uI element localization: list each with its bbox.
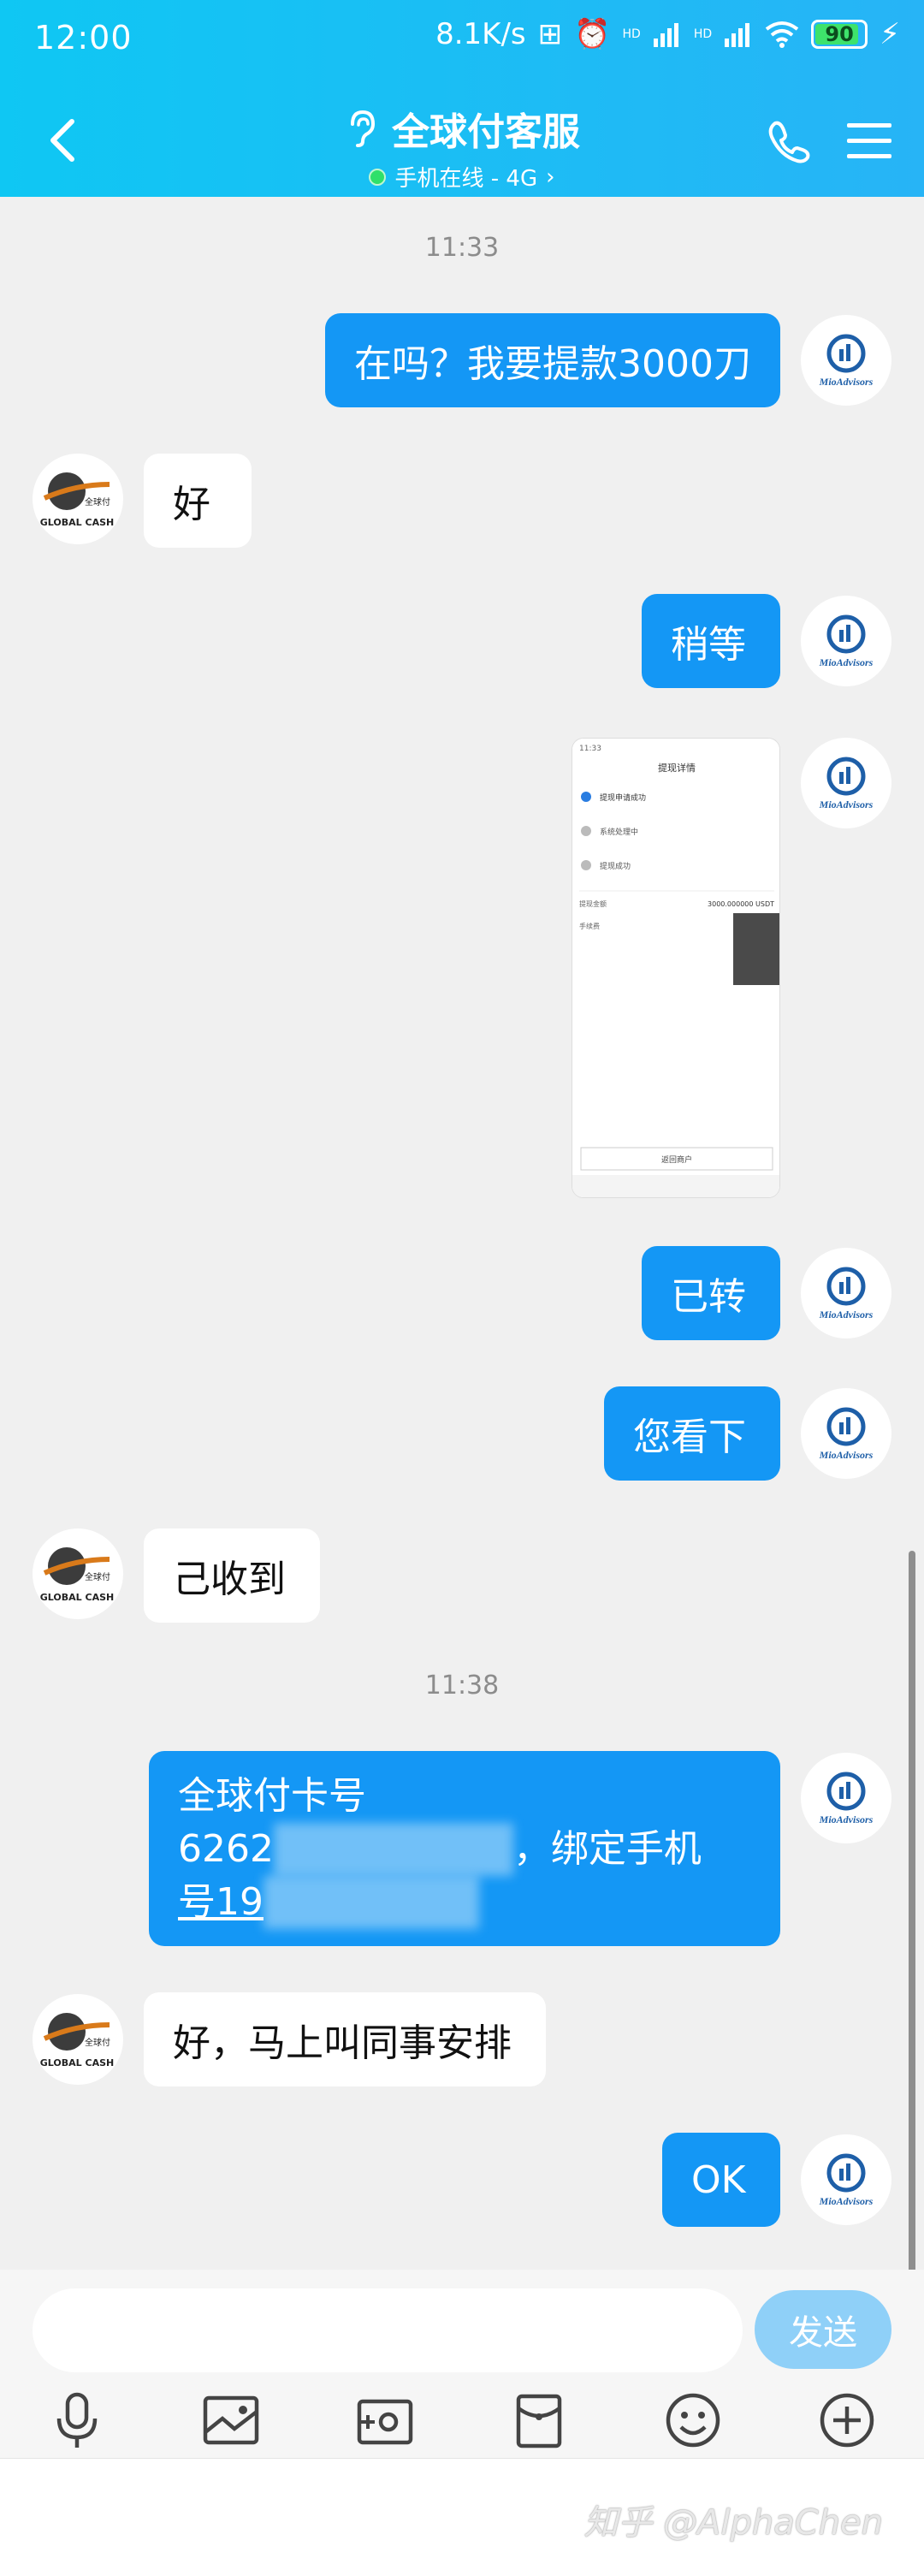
svg-text:MioAdvisors: MioAdvisors (819, 1813, 874, 1825)
svg-text:GLOBAL CASH: GLOBAL CASH (40, 1592, 114, 1603)
online-status: 手机在线 - 4G › (369, 161, 555, 193)
message-input[interactable] (33, 2288, 743, 2372)
input-bar: 发送 (0, 2270, 924, 2458)
emoji-icon[interactable] (662, 2389, 724, 2451)
my-avatar[interactable]: MioAdvisors (801, 1753, 891, 1843)
timestamp: 11:38 (424, 1671, 500, 1701)
svg-text:MioAdvisors: MioAdvisors (819, 1449, 874, 1461)
battery-value: 90 (825, 22, 854, 46)
redacted-region: 0000000000 (273, 1823, 513, 1876)
message-bubble[interactable]: 在吗？我要提款3000刀 (325, 313, 780, 407)
status-bar: 12:00 8.1K/s ⊞ ⏰ HD HD 90 ⚡ (0, 0, 924, 82)
chevron-right-icon: › (546, 163, 555, 190)
contact-avatar[interactable]: 全球付 GLOBAL CASH (33, 1994, 123, 2085)
message-bubble[interactable]: 您看下 (604, 1386, 780, 1481)
avatar-brand: 全球付 (85, 496, 110, 507)
svg-text:全球付: 全球付 (85, 2037, 110, 2048)
svg-text:MioAdvisors: MioAdvisors (819, 798, 874, 810)
my-avatar[interactable]: MioAdvisors (801, 596, 891, 686)
header-bar: 12:00 8.1K/s ⊞ ⏰ HD HD 90 ⚡ 全球付客服 手机在线 -… (0, 0, 924, 197)
alarm-icon: ⏰ (574, 17, 611, 51)
message-bubble[interactable]: 好，马上叫同事安排 (144, 1992, 546, 2086)
shot-amount-label: 提现金额 (579, 899, 607, 908)
message-list[interactable]: 11:33 MioAdvisors 在吗？我要提款3000刀 全球付 GLOBAL… (0, 197, 924, 2466)
toolbar (0, 2389, 924, 2458)
bottom-area: 知乎 @AlphaChen (0, 2458, 924, 2576)
microphone-icon[interactable] (46, 2389, 108, 2451)
red-packet-icon[interactable] (508, 2389, 570, 2451)
shot-step: 提现申请成功 (600, 792, 646, 803)
battery-icon: 90 (811, 20, 868, 49)
my-avatar[interactable]: MioAdvisors (801, 738, 891, 828)
nfc-icon: ⊞ (537, 17, 563, 51)
ear-icon (351, 110, 376, 147)
online-status-text: 手机在线 - 4G (394, 166, 538, 192)
nav-bar: 全球付客服 手机在线 - 4G › (0, 94, 924, 192)
my-avatar[interactable]: MioAdvisors (801, 1388, 891, 1479)
message-line: 62620000000000，绑定手机 (178, 1823, 751, 1876)
menu-icon[interactable] (845, 120, 893, 163)
shot-step: 提现成功 (600, 861, 631, 871)
hd-label: HD (622, 27, 641, 41)
my-avatar[interactable]: MioAdvisors (801, 1248, 891, 1338)
message-bubble-card-info[interactable]: 全球付卡号 62620000000000，绑定手机 号19000000000 (149, 1751, 780, 1946)
avatar-text: GLOBAL CASH (40, 517, 114, 528)
signal-icon (725, 23, 750, 47)
contact-avatar[interactable]: 全球付 GLOBAL CASH (33, 454, 123, 544)
chat-title-row: 全球付客服 (344, 101, 580, 156)
network-speed: 8.1K/s (435, 17, 526, 51)
image-message[interactable]: 11:33 提现详情 提现申请成功 系统处理中 提现成功 提现金额 3000.0… (572, 738, 780, 1198)
wifi-icon (765, 21, 799, 48)
shot-step: 系统处理中 (600, 827, 638, 837)
message-text: ，绑定手机 (512, 1827, 702, 1871)
phone-link[interactable]: 号19 (178, 1880, 264, 1924)
status-icons: 8.1K/s ⊞ ⏰ HD HD 90 ⚡ (435, 17, 900, 51)
contact-avatar[interactable]: 全球付 GLOBAL CASH (33, 1528, 123, 1619)
plus-icon[interactable] (816, 2389, 878, 2451)
svg-text:全球付: 全球付 (85, 1571, 110, 1582)
shot-footer-button: 返回商户 (661, 1154, 692, 1165)
camera-icon[interactable] (354, 2389, 416, 2451)
message-bubble[interactable]: 好 (144, 454, 252, 548)
message-bubble[interactable]: 己收到 (144, 1528, 320, 1623)
my-avatar[interactable]: MioAdvisors (801, 2134, 891, 2225)
signal-icon (653, 23, 678, 47)
chat-title: 全球付客服 (392, 110, 580, 154)
shot-fee-label: 手续费 (579, 922, 600, 930)
svg-text:MioAdvisors: MioAdvisors (819, 2195, 874, 2207)
send-button[interactable]: 发送 (755, 2290, 891, 2369)
chat-screen: 12:00 8.1K/s ⊞ ⏰ HD HD 90 ⚡ 全球付客服 手机在线 -… (0, 0, 924, 2576)
svg-text:MioAdvisors: MioAdvisors (819, 656, 874, 668)
svg-text:GLOBAL CASH: GLOBAL CASH (40, 2057, 114, 2069)
image-icon[interactable] (200, 2389, 262, 2451)
phone-icon[interactable] (765, 118, 813, 166)
avatar-text: MioAdvisors (819, 376, 874, 388)
watermark: 知乎 @AlphaChen (583, 2503, 883, 2543)
shot-time: 11:33 (579, 745, 601, 753)
message-bubble[interactable]: 稍等 (642, 594, 780, 688)
charging-icon: ⚡ (880, 17, 900, 51)
redacted-region: 000000000 (264, 1876, 479, 1929)
online-dot-icon (369, 168, 387, 186)
card-number-prefix: 6262 (178, 1827, 274, 1871)
message-line: 全球付卡号 (178, 1774, 366, 1818)
svg-text:MioAdvisors: MioAdvisors (819, 1309, 874, 1321)
hd-label: HD (693, 27, 713, 41)
timestamp: 11:33 (424, 233, 500, 263)
shot-title: 提现详情 (658, 762, 696, 774)
message-bubble[interactable]: OK (662, 2133, 780, 2227)
status-time: 12:00 (34, 19, 133, 56)
message-line: 号19000000000 (178, 1876, 751, 1929)
message-bubble[interactable]: 已转 (642, 1246, 780, 1340)
shot-amount-value: 3000.000000 USDT (708, 900, 774, 908)
my-avatar[interactable]: MioAdvisors (801, 315, 891, 406)
